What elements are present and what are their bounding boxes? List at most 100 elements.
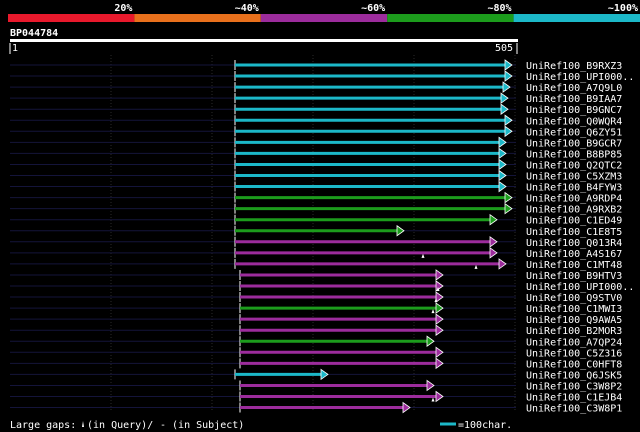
hit-label: UniRef100_B9HTV3: [526, 271, 622, 282]
hit-arrow: [435, 357, 444, 370]
hit-row: UniRef100_B2MOR3: [10, 324, 622, 337]
query-gap-icon: [82, 421, 84, 427]
hit-row: UniRef100_C1MT48: [10, 258, 622, 271]
hit-arrow: [498, 136, 507, 149]
hit-arrow: [504, 202, 513, 215]
hit-label: UniRef100_C1MWI3: [526, 304, 622, 315]
hit-arrow: [500, 92, 509, 104]
hit-label: UniRef100_B4FYW3: [526, 183, 622, 194]
hit-arrow: [402, 401, 411, 414]
hit-label: UniRef100_C1EJB4: [526, 393, 622, 404]
hit-row: UniRef100_Q6JSK5: [10, 368, 622, 381]
hit-row: UniRef100_C1EJB4: [10, 390, 622, 404]
hit-row: UniRef100_C3W8P1: [10, 401, 622, 415]
hit-arrow: [489, 247, 498, 259]
hit-arrow: [435, 302, 444, 314]
hit-label: UniRef100_Q2QTC2: [526, 160, 622, 171]
hit-row: UniRef100_Q013R4: [10, 236, 622, 249]
hit-label: UniRef100_C1MT48: [526, 260, 622, 271]
hit-row: UniRef100_B9GCR7: [10, 136, 622, 149]
hit-arrow: [426, 335, 435, 348]
hit-label: UniRef100_C0HFT8: [526, 359, 622, 370]
scale-label: ~80%: [488, 3, 512, 14]
hit-label: UniRef100_A4S167: [526, 249, 622, 260]
hit-row: UniRef100_Q9AWA5: [10, 313, 622, 326]
hit-label: UniRef100_B9RXZ3: [526, 61, 622, 72]
hit-arrow: [504, 59, 513, 71]
scale-segment: [134, 14, 261, 22]
hit-row: UniRef100_Q2QTC2: [10, 158, 622, 171]
scale-label: 20%: [114, 3, 132, 14]
hit-arrow: [500, 103, 509, 115]
hit-arrow: [504, 191, 513, 204]
hit-arrow: [435, 346, 444, 359]
hit-arrow: [489, 236, 498, 248]
hit-label: UniRef100_C3W8P1: [526, 404, 622, 415]
hit-row: UniRef100_B9GNC7: [10, 103, 622, 116]
hit-row: UniRef100_A9RDP4: [10, 191, 622, 205]
in-subject-label: - (in Subject): [160, 420, 244, 431]
hit-arrow: [498, 147, 507, 160]
hit-label: UniRef100_B9GCR7: [526, 138, 622, 149]
hit-row: UniRef100_C3W8P2: [10, 379, 622, 392]
hit-gap-marker: [431, 309, 435, 314]
hit-row: UniRef100_UPI000..: [10, 70, 634, 83]
hit-label: UniRef100_C3W8P2: [526, 381, 622, 392]
hit-label: UniRef100_Q6JSK5: [526, 370, 622, 381]
scale-note: =100char.: [458, 420, 512, 431]
hit-row: UniRef100_B8BP85: [10, 147, 622, 160]
hit-label: UniRef100_B9GNC7: [526, 105, 622, 116]
hit-label: UniRef100_B8BP85: [526, 149, 622, 160]
hit-row: UniRef100_B9IAA7: [10, 92, 622, 105]
query-bar: [10, 39, 518, 42]
hit-gap-marker: [431, 397, 435, 402]
footer-legend: Large gaps: (in Query)/ - (in Subject) =…: [10, 420, 512, 431]
in-query-label: (in Query)/: [87, 420, 153, 431]
hit-row: UniRef100_A7QP24: [10, 335, 622, 348]
hit-gap-marker: [421, 253, 425, 258]
scale-label: ~40%: [235, 3, 259, 14]
hit-arrow: [320, 368, 329, 381]
hit-arrow: [435, 291, 444, 303]
hit-label: UniRef100_Q9AWA5: [526, 315, 622, 326]
query-end-label: 505: [495, 43, 513, 54]
hit-arrow: [489, 213, 498, 226]
hit-label: UniRef100_A9RDP4: [526, 194, 622, 205]
hit-arrow: [396, 224, 405, 237]
hit-arrow: [504, 114, 513, 127]
query-name: BP044784: [10, 28, 58, 39]
hit-label: UniRef100_Q9STV0: [526, 293, 622, 304]
scale-label: ~60%: [361, 3, 385, 14]
identity-color-scale: 20% ~40% ~60% ~80% ~100%: [8, 3, 640, 22]
hit-label: UniRef100_B9IAA7: [526, 94, 622, 105]
hit-label: UniRef100_B2MOR3: [526, 326, 622, 337]
hit-label: UniRef100_Q013R4: [526, 238, 622, 249]
hit-label: UniRef100_Q0WQR4: [526, 116, 622, 127]
hit-arrow: [498, 169, 507, 182]
scale-segment: [387, 14, 514, 22]
hit-arrow: [504, 125, 513, 138]
hit-row: UniRef100_UPI000..: [10, 280, 634, 293]
hit-arrow: [498, 258, 507, 270]
scale-segment: [260, 14, 388, 22]
hit-row: UniRef100_C1E8T5: [10, 224, 622, 238]
hit-arrow: [435, 324, 444, 336]
hit-arrow: [435, 269, 444, 281]
hit-label: UniRef100_A7Q9L0: [526, 83, 622, 94]
hit-arrow: [435, 280, 444, 292]
large-gaps-label: Large gaps:: [10, 420, 76, 431]
hit-label: UniRef100_C1E8T5: [526, 227, 622, 238]
hit-row: UniRef100_C5XZM3: [10, 169, 622, 183]
hit-arrow: [498, 180, 507, 193]
hit-row: UniRef100_B9HTV3: [10, 269, 622, 282]
scale-segment: [513, 14, 640, 22]
hit-arrow: [504, 70, 513, 82]
hit-label: UniRef100_C1ED49: [526, 216, 622, 227]
hit-label: UniRef100_C5XZM3: [526, 172, 622, 183]
hit-row: UniRef100_B9RXZ3: [10, 59, 622, 72]
hit-label: UniRef100_Q6ZY51: [526, 127, 622, 138]
hit-list: UniRef100_B9RXZ3UniRef100_UPI000..UniRef…: [10, 59, 634, 415]
hit-arrow: [435, 390, 444, 403]
hit-row: UniRef100_C1ED49: [10, 213, 622, 227]
hit-row: UniRef100_A7Q9L0: [10, 81, 622, 94]
